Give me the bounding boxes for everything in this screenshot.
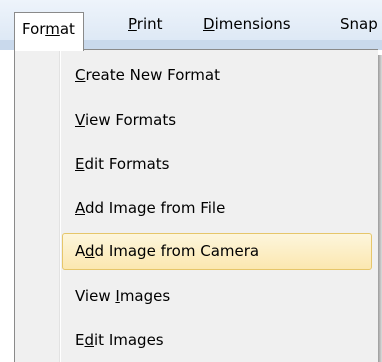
gutter-separator-highlight xyxy=(60,50,61,362)
menu-format-label: Format xyxy=(22,20,75,38)
menu-print[interactable]: Print xyxy=(128,14,163,36)
icon-gutter xyxy=(15,50,57,362)
menu-dimensions[interactable]: Dimensions xyxy=(203,14,291,36)
menu-item-edit-formats[interactable]: Edit Formats xyxy=(62,146,372,183)
menu-item-view-formats[interactable]: View Formats xyxy=(62,102,372,139)
format-dropdown-menu: Create New Format View Formats Edit Form… xyxy=(14,49,378,362)
menu-item-create-new-format[interactable]: Create New Format xyxy=(62,57,372,94)
menu-item-add-image-from-camera[interactable]: Add Image from Camera xyxy=(62,233,372,270)
menu-bar: Format Print Dimensions Snap xyxy=(0,0,382,51)
menu-item-edit-images[interactable]: Edit Images xyxy=(62,322,372,359)
menu-format[interactable]: Format xyxy=(14,12,84,51)
menu-item-add-image-from-file[interactable]: Add Image from File xyxy=(62,190,372,227)
menu-snap[interactable]: Snap xyxy=(340,14,378,36)
menu-item-view-images[interactable]: View Images xyxy=(62,278,372,315)
dropdown-shadow xyxy=(378,55,382,362)
